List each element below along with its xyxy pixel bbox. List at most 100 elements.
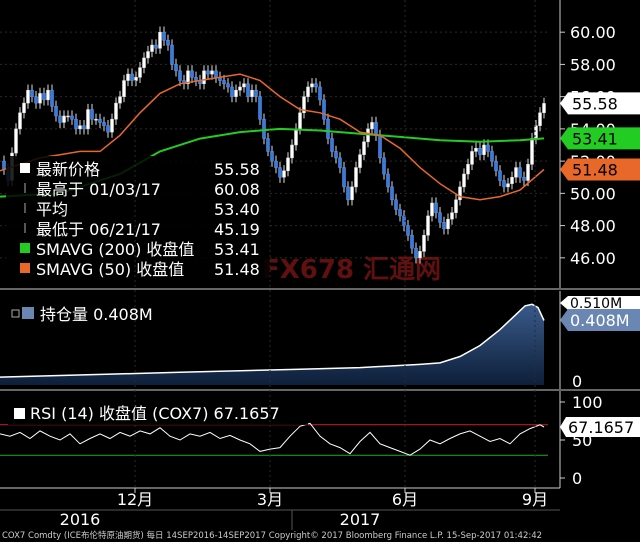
- candle: [358, 154, 362, 168]
- candle: [158, 31, 162, 49]
- svg-text:0.408M: 0.408M: [570, 311, 630, 330]
- candle: [174, 64, 178, 72]
- candle: [26, 89, 30, 104]
- y-tick-label: 46.00: [570, 249, 616, 268]
- candle: [526, 164, 530, 181]
- candle: [474, 147, 478, 152]
- price-tag: 51.48: [560, 158, 640, 181]
- legend-label: 最新价格: [36, 160, 100, 179]
- candle: [470, 151, 474, 165]
- candle: [286, 157, 290, 172]
- candle: [530, 138, 534, 165]
- candle: [278, 167, 282, 178]
- candle: [450, 212, 454, 220]
- legend-label: SMAVG (50) 收盘值: [36, 260, 184, 279]
- candle: [226, 83, 230, 88]
- legend-value: 60.08: [214, 180, 260, 199]
- footer-text: COX7 Comdty (ICE布伦特原油期货) 每日 14SEP2016-14…: [2, 530, 542, 541]
- legend-value: 45.19: [214, 220, 260, 239]
- candle: [18, 112, 22, 130]
- candle: [58, 115, 62, 123]
- candle: [214, 70, 218, 78]
- candle: [86, 109, 90, 130]
- candle: [202, 70, 206, 85]
- candle: [398, 209, 402, 217]
- y-tick-label: 58.00: [570, 55, 616, 74]
- candle: [542, 103, 546, 114]
- y-tick-label: 60.00: [570, 23, 616, 42]
- x-tick-label: 12月: [117, 490, 153, 509]
- candle: [46, 89, 50, 101]
- price-tag-label: 55.58: [572, 94, 618, 113]
- candle: [138, 67, 142, 78]
- oi-legend: 持仓量 0.408M: [8, 301, 168, 329]
- candle: [290, 144, 294, 159]
- candle: [254, 89, 258, 97]
- candle: [238, 86, 242, 91]
- candle: [306, 86, 310, 97]
- rsi-tag: 67.1657: [560, 416, 640, 437]
- candle: [378, 135, 382, 159]
- candle: [434, 202, 438, 213]
- candle: [114, 102, 118, 120]
- watermark: FX678 汇通网: [262, 255, 441, 285]
- candle: [90, 109, 94, 120]
- candle: [54, 106, 58, 117]
- candle: [438, 212, 442, 223]
- candle: [230, 86, 234, 97]
- candle: [414, 247, 418, 259]
- candle: [38, 93, 42, 104]
- oi-legend-label: 持仓量 0.408M: [40, 305, 153, 324]
- candle: [102, 122, 106, 126]
- candle: [346, 186, 350, 201]
- candle: [498, 170, 502, 181]
- candle: [210, 70, 214, 75]
- candle: [22, 102, 26, 114]
- legend-label: 平均: [36, 200, 68, 219]
- price-tag: 55.58: [560, 92, 640, 115]
- candle: [274, 160, 278, 168]
- candle: [310, 83, 314, 88]
- candle: [538, 112, 542, 126]
- candle: [442, 222, 446, 230]
- candle: [262, 118, 266, 139]
- candle: [270, 151, 274, 162]
- price-tag-label: 53.41: [572, 129, 618, 148]
- candle: [166, 39, 170, 46]
- candle: [206, 70, 210, 75]
- year-label: 2017: [340, 510, 381, 529]
- x-tick-label: 9月: [522, 490, 548, 509]
- candle: [410, 235, 414, 249]
- candle: [70, 115, 74, 120]
- candle: [66, 115, 70, 118]
- price-tag-label: 51.48: [572, 160, 618, 179]
- candle: [74, 118, 78, 130]
- candle: [234, 89, 238, 97]
- candle: [242, 83, 246, 88]
- candle: [14, 128, 18, 154]
- candle: [110, 118, 114, 133]
- candle: [318, 86, 322, 101]
- candle: [462, 173, 466, 188]
- candle: [406, 225, 410, 236]
- candle: [82, 125, 86, 130]
- candle: [446, 218, 450, 230]
- candle: [510, 176, 514, 184]
- candle: [122, 80, 126, 97]
- legend-swatch: [14, 408, 25, 419]
- x-tick-label: 3月: [257, 490, 283, 509]
- candle: [50, 89, 54, 107]
- chart-canvas: FX678 汇通网60.0058.0056.0054.0052.0050.004…: [0, 0, 640, 542]
- legend-value: 53.41: [214, 240, 260, 259]
- svg-text:67.1657: 67.1657: [568, 418, 634, 437]
- x-tick-label: 6月: [392, 490, 418, 509]
- candle: [386, 173, 390, 188]
- candle: [502, 180, 506, 188]
- candle: [338, 157, 342, 168]
- y-tick-label: 0: [572, 469, 582, 488]
- price-legend: 最新价格 55.58 最高于 01/03/17 60.08 平均 53.40 最低于 06/…: [6, 156, 270, 280]
- y-tick-label: 0: [572, 372, 582, 391]
- candle: [162, 31, 166, 41]
- candle: [130, 73, 134, 81]
- oi-tag-current: 0.408M: [560, 309, 640, 331]
